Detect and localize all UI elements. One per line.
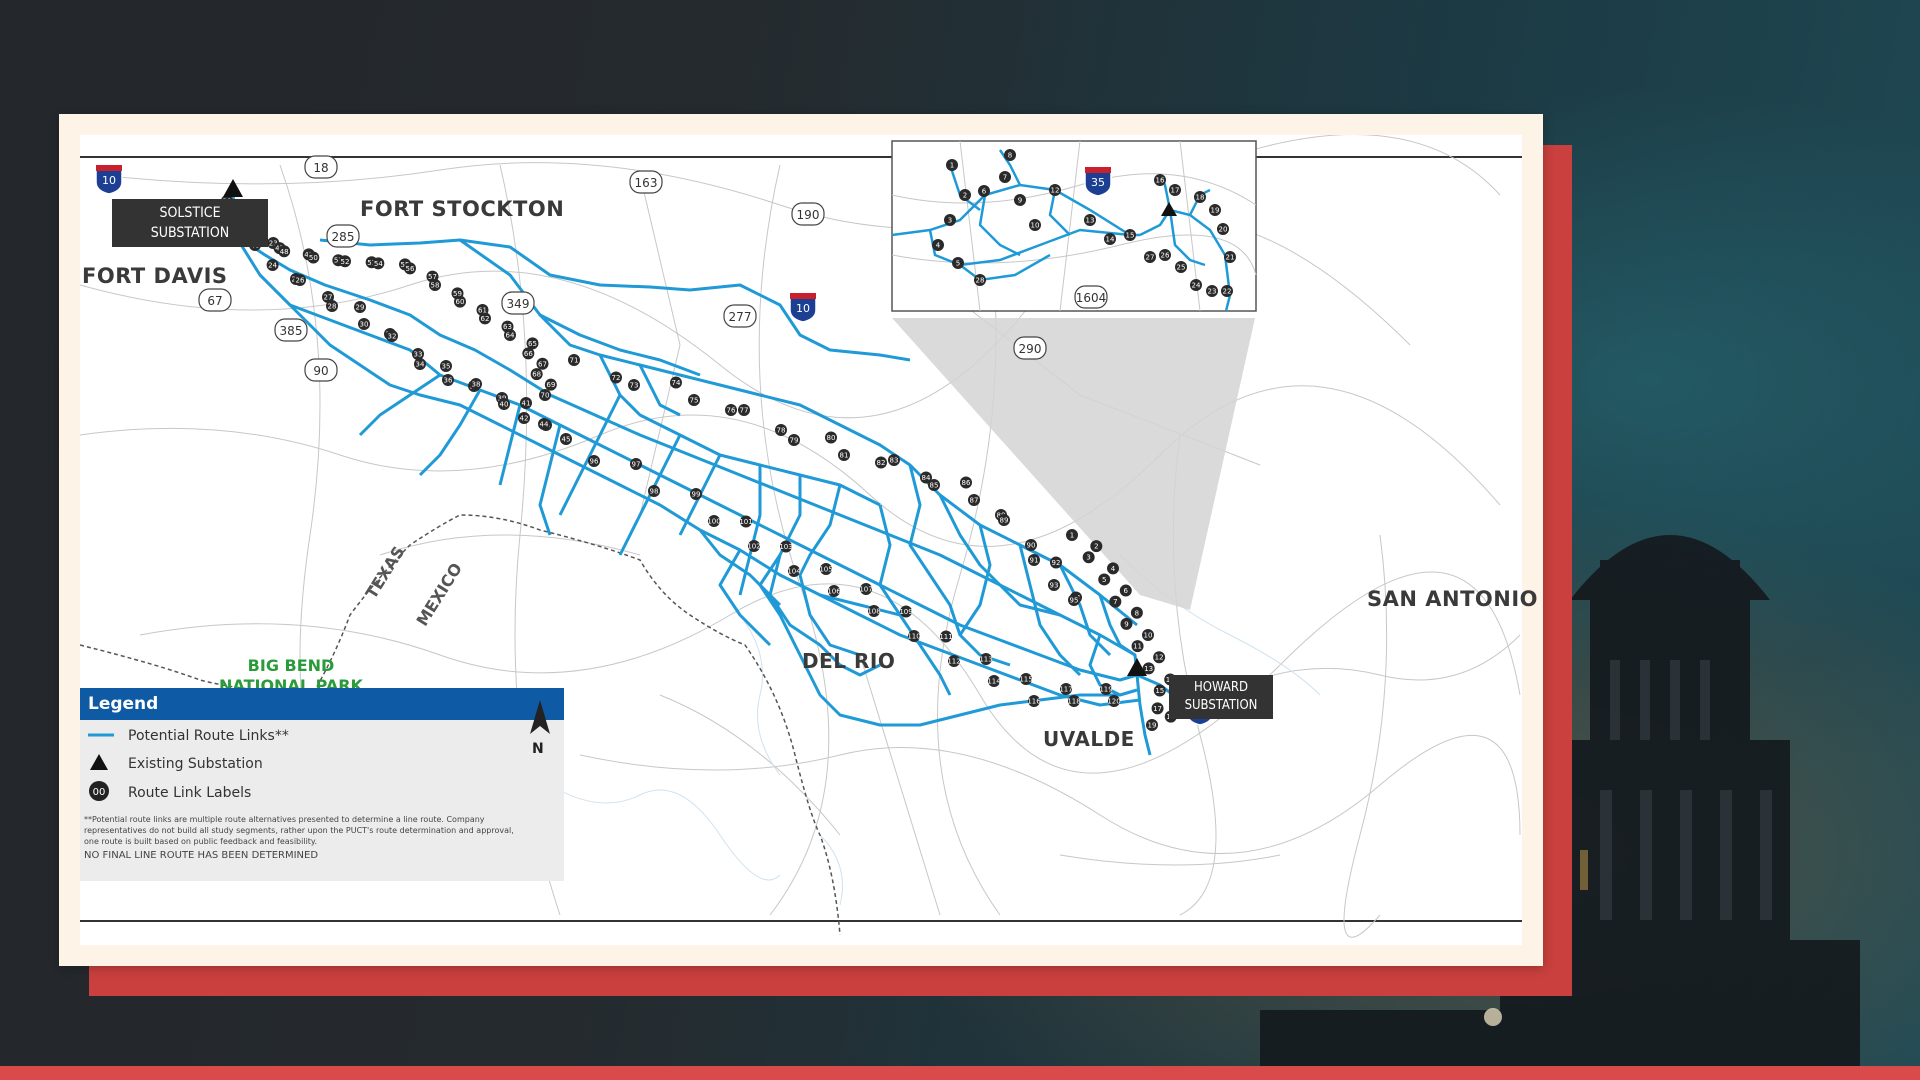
substation-triangle-icon — [88, 753, 128, 775]
svg-text:1604: 1604 — [1076, 291, 1107, 305]
legend-panel: Legend Potential Route Links** Existing … — [80, 688, 564, 881]
legend-existing-substation: Existing Substation — [88, 753, 263, 775]
svg-text:349: 349 — [507, 297, 530, 311]
svg-text:10: 10 — [796, 302, 810, 315]
highway-shield-us90: 90 — [304, 358, 338, 382]
svg-text:18: 18 — [313, 161, 328, 175]
howard-substation-label: HOWARD SUBSTATION — [1169, 675, 1273, 719]
highway-shield-us190: 190 — [791, 202, 825, 226]
city-fort-stockton: FORT STOCKTON — [360, 197, 565, 221]
bottom-accent-bar — [0, 1066, 1920, 1080]
city-fort-davis: FORT DAVIS — [82, 264, 228, 288]
highway-shield-us18: 18 — [304, 155, 338, 179]
legend-footnote: **Potential route links are multiple rou… — [84, 815, 514, 846]
solstice-substation-label: SOLSTICE SUBSTATION — [112, 199, 268, 247]
svg-text:190: 190 — [797, 208, 820, 222]
city-uvalde: UVALDE — [1043, 727, 1135, 751]
svg-text:00: 00 — [93, 787, 106, 798]
north-label: N — [532, 741, 544, 757]
svg-text:10: 10 — [102, 174, 116, 187]
legend-disclaimer: NO FINAL LINE ROUTE HAS BEEN DETERMINED — [84, 850, 319, 861]
highway-shield-i10-west: 10 — [95, 164, 123, 195]
highway-shield-us277: 277 — [723, 304, 757, 328]
city-del-rio: DEL RIO — [802, 649, 896, 673]
city-san-antonio: SAN ANTONIO — [1367, 587, 1539, 611]
route-label-badge-icon: 00 — [88, 780, 128, 806]
svg-text:285: 285 — [332, 230, 355, 244]
highway-shield-us285: 285 — [326, 224, 360, 248]
legend-route-links: Potential Route Links** — [88, 728, 289, 744]
highway-shield-us290: 290 — [1013, 336, 1047, 360]
svg-text:385: 385 — [280, 324, 303, 338]
svg-text:290: 290 — [1019, 342, 1042, 356]
highway-shield-i10-mid: 10 — [789, 292, 817, 323]
svg-text:277: 277 — [729, 310, 752, 324]
svg-text:67: 67 — [207, 294, 222, 308]
svg-text:90: 90 — [313, 364, 328, 378]
legend-route-link-labels: 00 Route Link Labels — [88, 780, 251, 806]
map-frame: 2021222324252627282930313233343536373839… — [59, 114, 1543, 966]
svg-text:163: 163 — [635, 176, 658, 190]
highway-shield-i35: 35 — [1084, 166, 1112, 197]
highway-shield-us67: 67 — [198, 288, 232, 312]
route-line-symbol — [88, 728, 128, 744]
route-map: 2021222324252627282930313233343536373839… — [80, 135, 1538, 945]
highway-shield-lp1604: 1604 — [1074, 285, 1108, 309]
highway-shield-us349: 349 — [501, 291, 535, 315]
highway-shield-us385: 385 — [274, 318, 308, 342]
highway-shield-us163: 163 — [629, 170, 663, 194]
svg-text:35: 35 — [1091, 176, 1105, 189]
legend-title: Legend — [80, 688, 564, 720]
